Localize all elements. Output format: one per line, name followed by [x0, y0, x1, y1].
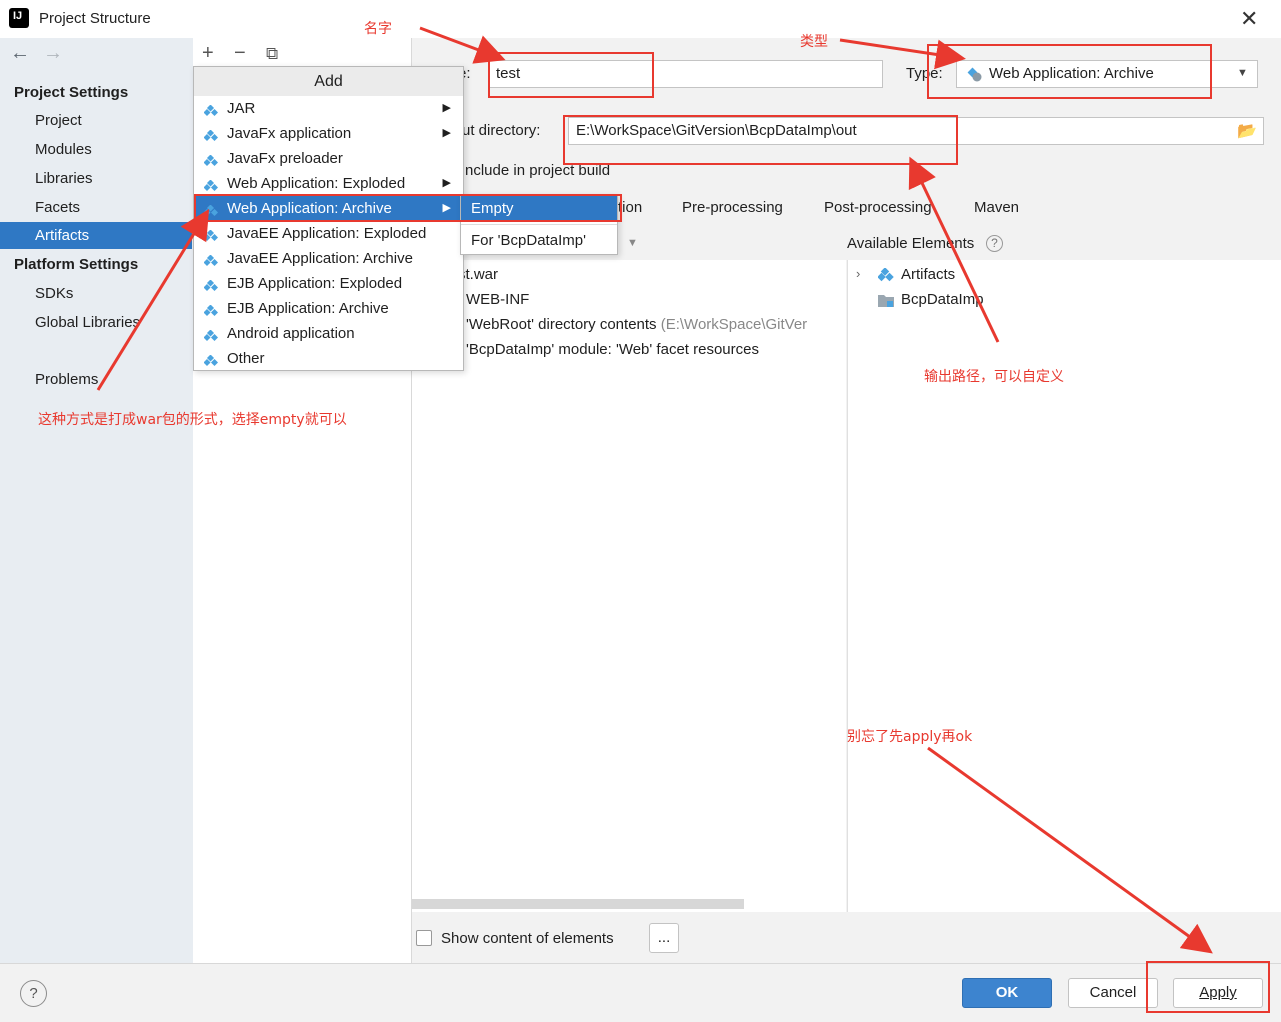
annotation-arrows	[96, 26, 1213, 954]
